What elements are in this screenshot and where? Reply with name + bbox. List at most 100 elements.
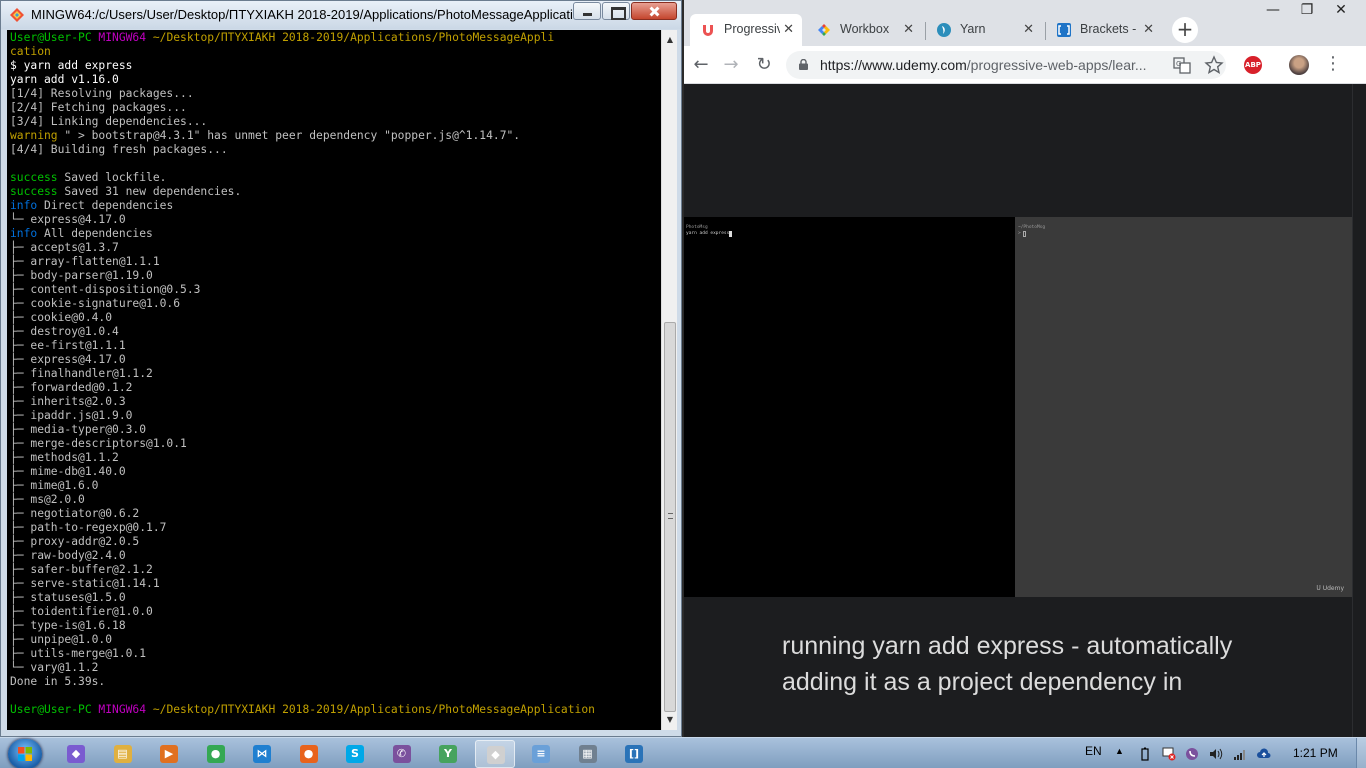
scroll-up-arrow-icon[interactable]: ▲ [662,32,678,48]
app-chrome[interactable]: ● [196,740,236,768]
terminal-segment: ├─ array-flatten@1.1.1 [10,255,160,268]
app-vscode[interactable]: ⋈ [242,740,282,768]
tab-yarn[interactable]: Yarn ✕ [926,14,1042,46]
show-desktop-button[interactable] [1356,738,1366,768]
terminal-line: success Saved 31 new dependencies. [10,185,661,199]
reload-icon[interactable]: ↻ [753,54,775,76]
new-tab-button[interactable]: + [1172,17,1198,43]
terminal-segment: User@User-PC [10,703,99,716]
terminal-segment: ├─ proxy-addr@2.0.5 [10,535,140,548]
brackets-icon [1057,23,1071,37]
profile-avatar[interactable] [1289,55,1309,75]
terminal-segment: User@User-PC [10,31,99,44]
video-editor-command: yarn add express [686,231,733,237]
terminal-output[interactable]: User@User-PC MINGW64 ~/Desktop/ΠΤΥΧΙΑΚΗ … [7,30,661,730]
tab-brackets[interactable]: Brackets - ✕ [1046,14,1162,46]
terminal-segment: warning [10,129,58,142]
app-git-bash[interactable]: ◆ [474,740,515,768]
terminal-line: ├─ finalhandler@1.1.2 [10,367,661,381]
volume-icon[interactable] [1209,747,1223,761]
address-bar[interactable]: https://www.udemy.com/progressive-web-ap… [786,51,1226,79]
show-hidden-icons-icon[interactable]: ▲ [1115,746,1124,756]
scrollbar-thumb[interactable] [664,322,676,712]
tab-close-icon[interactable]: ✕ [783,21,794,37]
terminal-segment: ├─ destroy@1.0.4 [10,325,119,338]
cloud-upload-icon[interactable] [1257,747,1271,761]
terminal-scrollbar[interactable]: ▲ ▼ [661,30,677,730]
terminal-line: User@User-PC MINGW64 ~/Desktop/ΠΤΥΧΙΑΚΗ … [10,703,661,717]
terminal-line: ├─ accepts@1.3.7 [10,241,661,255]
viber-tray-icon[interactable] [1185,747,1199,761]
terminal-line: ├─ ee-first@1.1.1 [10,339,661,353]
yarn-icon [937,23,951,37]
battery-icon[interactable] [1138,747,1152,761]
close-button[interactable]: ✕ [1324,2,1358,22]
udemy-lecture-page: PhotoMsg yarn add express ~/PhotoMsg > ᑌ… [684,84,1366,737]
app-brackets[interactable]: [] [614,740,654,768]
terminal-segment: [3/4] Linking dependencies... [10,115,208,128]
minimize-button[interactable]: — [1256,2,1290,22]
clock[interactable]: 1:21 PM [1293,746,1338,760]
adblock-plus-icon[interactable]: ABP [1244,56,1262,74]
back-arrow-icon[interactable]: ← [690,54,712,76]
forward-arrow-icon[interactable]: → [720,54,742,76]
app-firefox[interactable]: ● [289,740,329,768]
terminal-segment: ├─ merge-descriptors@1.0.1 [10,437,187,450]
close-button[interactable] [631,2,677,20]
terminal-segment: [1/4] Resolving packages... [10,87,194,100]
tab-workbox[interactable]: Workbox ✕ [806,14,922,46]
url-text[interactable]: https://www.udemy.com/progressive-web-ap… [820,57,1147,73]
signal-bars-icon[interactable] [1233,747,1247,761]
udemy-watermark-text: Udemy [1322,585,1344,592]
terminal-segment: ├─ cookie@0.4.0 [10,311,113,324]
app-media-player[interactable]: ▶ [149,740,189,768]
video-caption: running yarn add express - automatically… [782,628,1232,700]
terminal-line: ├─ utils-merge@1.0.1 [10,647,661,661]
terminal-segment: info [10,227,38,240]
app-display[interactable]: ▦ [568,740,608,768]
tab-close-icon[interactable]: ✕ [1023,21,1034,37]
app-yarn[interactable]: Y [428,740,468,768]
network-error-icon[interactable] [1162,747,1176,761]
video-terminal-prompt: > [1018,231,1027,237]
tab-label: Progressiv [724,22,780,36]
tab-close-icon[interactable]: ✕ [1143,21,1154,37]
video-player[interactable]: PhotoMsg yarn add express ~/PhotoMsg > ᑌ… [684,217,1352,597]
text-cursor [1023,231,1027,237]
terminal-segment: ├─ inherits@2.0.3 [10,395,126,408]
terminal-line: User@User-PC MINGW64 ~/Desktop/ΠΤΥΧΙΑΚΗ … [10,31,661,45]
terminal-line: [4/4] Building fresh packages... [10,143,661,157]
terminal-segment: ├─ ms@2.0.0 [10,493,85,506]
tab-close-icon[interactable]: ✕ [903,21,914,37]
terminal-segment: ├─ body-parser@1.19.0 [10,269,153,282]
app-notepad[interactable]: ≡ [521,740,561,768]
start-button[interactable] [8,739,42,768]
terminal-line: [2/4] Fetching packages... [10,101,661,115]
app-explorer[interactable]: ▤ [103,740,143,768]
terminal-line: ├─ content-disposition@0.5.3 [10,283,661,297]
maximize-button[interactable] [602,2,630,20]
restore-button[interactable]: ❐ [1290,2,1324,22]
tab-udemy[interactable]: Progressiv ✕ [690,14,802,46]
terminal-titlebar[interactable]: MINGW64:/c/Users/User/Desktop/ΠΤΥΧΙΑΚΗ 2… [1,1,681,29]
terminal-line: ├─ ipaddr.js@1.9.0 [10,409,661,423]
translate-icon[interactable]: G [1172,55,1192,75]
app-git-gui[interactable]: ◆ [56,740,96,768]
terminal-window: MINGW64:/c/Users/User/Desktop/ΠΤΥΧΙΑΚΗ 2… [0,0,682,737]
terminal-line: yarn add v1.16.0 [10,73,661,87]
app-skype[interactable]: S [335,740,375,768]
minimize-button[interactable] [573,2,601,20]
lock-icon [799,59,808,70]
app-viber[interactable]: ✆ [382,740,422,768]
terminal-segment: Direct dependencies [37,199,174,212]
text-cursor [729,231,733,237]
bookmark-star-icon[interactable] [1204,55,1224,75]
language-indicator[interactable]: EN [1085,744,1102,758]
menu-kebab-icon[interactable]: ⋮ [1324,53,1342,74]
terminal-segment: success [10,171,58,184]
page-scrollbar[interactable] [1352,84,1366,737]
scroll-down-arrow-icon[interactable]: ▼ [662,712,678,728]
terminal-segment: ├─ serve-static@1.14.1 [10,577,160,590]
terminal-line: ├─ array-flatten@1.1.1 [10,255,661,269]
